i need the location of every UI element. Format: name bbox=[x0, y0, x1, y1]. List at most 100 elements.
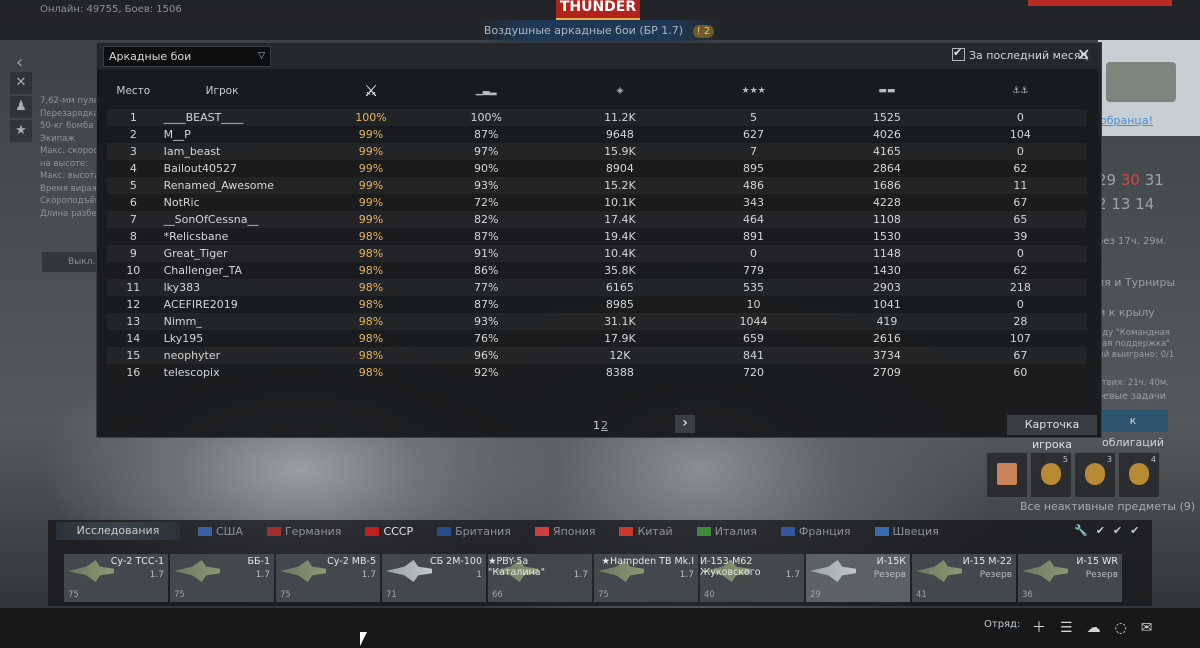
vehicle-cost: 75 bbox=[280, 590, 291, 600]
item-slot[interactable]: 4 bbox=[1118, 452, 1160, 498]
player-card-button[interactable]: Карточка игрока bbox=[1007, 415, 1097, 451]
table-row[interactable]: 1 ____BEAST____ 100% 100% 11.2K 5 1525 0 bbox=[107, 109, 1087, 126]
table-row[interactable]: 2 M__P 99% 87% 9648 627 4026 104 bbox=[107, 126, 1087, 143]
nation-tab[interactable]: Франция bbox=[780, 525, 863, 538]
vehicle-card[interactable]: И-15 WR Резерв 36 bbox=[1018, 554, 1122, 602]
vehicle-card[interactable]: И-15К Резерв 29 bbox=[806, 554, 910, 602]
table-row[interactable]: 16 telescopix 98% 92% 8388 720 2709 60 bbox=[107, 364, 1087, 381]
cell-ground-kills: 1530 bbox=[872, 230, 901, 243]
vehicle-name: И-15 WR bbox=[1076, 556, 1118, 567]
nation-tab[interactable]: Япония bbox=[534, 525, 608, 538]
booster-icon bbox=[997, 463, 1017, 485]
game-mode-selector[interactable]: Воздушные аркадные бои (БР 1.7) ! 2 bbox=[476, 20, 722, 42]
vehicle-card[interactable]: Су-2 МВ-5 1.7 75 bbox=[276, 554, 380, 602]
plus-icon[interactable]: ＋ bbox=[1032, 620, 1046, 636]
col-winrate[interactable]: ⚔ bbox=[323, 73, 420, 109]
daily-tasks-link[interactable]: ревые задачи bbox=[1097, 391, 1166, 402]
vehicle-card[interactable]: ★PBY-5a "Каталина" 1.7 66 bbox=[488, 554, 592, 602]
item-slot[interactable]: 5 bbox=[1030, 452, 1072, 498]
table-row[interactable]: 9 Great_Tiger 98% 91% 10.4K 0 1148 0 bbox=[107, 245, 1087, 262]
chevron-left-icon[interactable]: ‹ bbox=[16, 52, 23, 73]
col-place[interactable]: Место bbox=[107, 73, 160, 109]
last-month-checkbox[interactable]: За последний месяц bbox=[952, 46, 1088, 62]
col-air-kills[interactable]: ★★★ bbox=[687, 73, 820, 109]
cell-ground-kills: 1525 bbox=[820, 109, 954, 126]
nation-tab[interactable]: СССР bbox=[365, 525, 425, 538]
bonds-button[interactable]: к облигаций bbox=[1098, 410, 1168, 449]
nation-label: США bbox=[216, 525, 243, 538]
table-row[interactable]: 13 Nimm_ 98% 93% 31.1K 1044 419 28 bbox=[107, 313, 1087, 330]
table-row[interactable]: 12 ACEFIRE2019 98% 87% 8985 10 1041 0 bbox=[107, 296, 1087, 313]
table-row[interactable]: 5 Renamed_Awesome 99% 93% 15.2K 486 1686 11 bbox=[107, 177, 1087, 194]
table-row[interactable]: 14 Lky195 98% 76% 17.9K 659 2616 107 bbox=[107, 330, 1087, 347]
nation-tab[interactable]: Италия bbox=[696, 525, 769, 538]
next-page-button[interactable]: › bbox=[675, 415, 695, 433]
table-row[interactable]: 3 Iam_beast 99% 97% 15.9K 7 4165 0 bbox=[107, 143, 1087, 160]
contacts-icon[interactable]: ☁ bbox=[1087, 620, 1101, 636]
preview-link[interactable]: обранца! bbox=[1100, 114, 1153, 127]
table-row[interactable]: 10 Challenger_TA 98% 86% 35.8K 779 1430 62 bbox=[107, 262, 1087, 279]
close-icon[interactable]: ✕ bbox=[1077, 45, 1090, 64]
cell-player-name: ACEFIRE2019 bbox=[163, 298, 238, 311]
inactive-items-link[interactable]: Все неактивные предметы (9) bbox=[1020, 500, 1195, 513]
vehicle-card[interactable]: И-15 М-22 Резерв 41 bbox=[912, 554, 1016, 602]
vehicle-cost: 75 bbox=[598, 590, 609, 600]
col-naval-kills[interactable]: ⚓⚓ bbox=[954, 73, 1087, 109]
nation-tab[interactable]: Швеция bbox=[874, 525, 951, 538]
nation-tab[interactable]: США bbox=[198, 525, 255, 538]
nation-tab[interactable]: Британия bbox=[437, 525, 523, 538]
tournaments-link[interactable]: ия и Турниры bbox=[1097, 276, 1175, 289]
star-icon[interactable]: ★ bbox=[10, 120, 32, 142]
battle-button[interactable] bbox=[1028, 0, 1172, 6]
weapons-icon[interactable]: ✕ bbox=[10, 72, 32, 94]
list-icon[interactable]: ☰ bbox=[1060, 620, 1073, 636]
check-icon[interactable]: ✔ bbox=[1096, 524, 1105, 537]
table-row[interactable]: 15 neophyter 98% 96% 12K 841 3734 67 bbox=[107, 347, 1087, 364]
col-battles[interactable]: ◈ bbox=[553, 73, 687, 109]
vehicle-card[interactable]: Су-2 ТСС-1 1.7 75 bbox=[64, 554, 168, 602]
col-player[interactable]: Игрок bbox=[160, 73, 323, 109]
table-row[interactable]: 4 Bailout40527 99% 90% 8904 895 2864 62 bbox=[107, 160, 1087, 177]
nation-tab[interactable]: Германия bbox=[266, 525, 353, 538]
nation-label: Британия bbox=[455, 525, 511, 538]
research-title[interactable]: Исследования bbox=[56, 522, 180, 540]
table-row[interactable]: 8 *Relicsbane 98% 87% 19.4K 891 1530 39 bbox=[107, 228, 1087, 245]
toggle-off-button[interactable]: Выкл. bbox=[42, 252, 98, 272]
table-row[interactable]: 11 lky383 98% 77% 6165 535 2903 218 bbox=[107, 279, 1087, 296]
medal-icon bbox=[1085, 463, 1105, 485]
cell-place: 15 bbox=[107, 347, 160, 364]
cell-player-name: __SonOfCessna__ bbox=[159, 211, 323, 228]
vehicle-cost: 36 bbox=[1022, 590, 1033, 600]
vehicle-card[interactable]: И-153-М62 Жуковского 1.7 40 bbox=[700, 554, 804, 602]
cell-air-kills: 343 bbox=[743, 196, 764, 209]
page-1[interactable]: 1 bbox=[593, 419, 600, 432]
item-slot[interactable] bbox=[986, 452, 1028, 498]
chat-icon[interactable]: ◌ bbox=[1115, 620, 1127, 636]
cell-battles: 17.9K bbox=[604, 332, 636, 345]
vehicle-card[interactable]: ★Hampden TB Mk.I 1.7 75 bbox=[594, 554, 698, 602]
wrench-icon[interactable]: 🔧 bbox=[1074, 524, 1088, 537]
cell-place: 10 bbox=[126, 264, 141, 277]
flag-icon bbox=[266, 527, 281, 536]
mode-select[interactable]: Аркадные бои ▽ bbox=[103, 46, 271, 67]
vehicle-card[interactable]: СБ 2М-100 1 71 bbox=[382, 554, 486, 602]
nation-tab[interactable]: Китай bbox=[619, 525, 684, 538]
page-2[interactable]: 2 bbox=[601, 419, 608, 432]
check-icon[interactable]: ✔ bbox=[1113, 524, 1122, 537]
col-podium[interactable]: ▁▃▂ bbox=[419, 73, 553, 109]
mail-icon[interactable]: ✉ bbox=[1141, 620, 1153, 636]
cell-battles: 35.8K bbox=[604, 264, 636, 277]
check-icon[interactable]: ✔ bbox=[1130, 524, 1139, 537]
item-slot[interactable]: 3 bbox=[1074, 452, 1116, 498]
table-row[interactable]: 7 __SonOfCessna__ 99% 82% 17.4K 464 1108 65 bbox=[107, 211, 1087, 228]
to-wing-link[interactable]: м к крылу bbox=[1097, 306, 1155, 319]
crew-icon[interactable]: ♟ bbox=[10, 96, 32, 118]
cell-place: 5 bbox=[107, 177, 160, 194]
col-ground-kills[interactable]: ▬▬ bbox=[820, 73, 953, 109]
vehicle-card[interactable]: ББ-1 1.7 75 bbox=[170, 554, 274, 602]
cell-naval-kills: 62 bbox=[1013, 162, 1028, 175]
table-row[interactable]: 6 NotRic 99% 72% 10.1K 343 4228 67 bbox=[107, 194, 1087, 211]
squad-label: Отряд: bbox=[984, 619, 1021, 630]
nation-label: Швеция bbox=[892, 525, 939, 538]
cell-podium: 100% bbox=[419, 109, 554, 126]
